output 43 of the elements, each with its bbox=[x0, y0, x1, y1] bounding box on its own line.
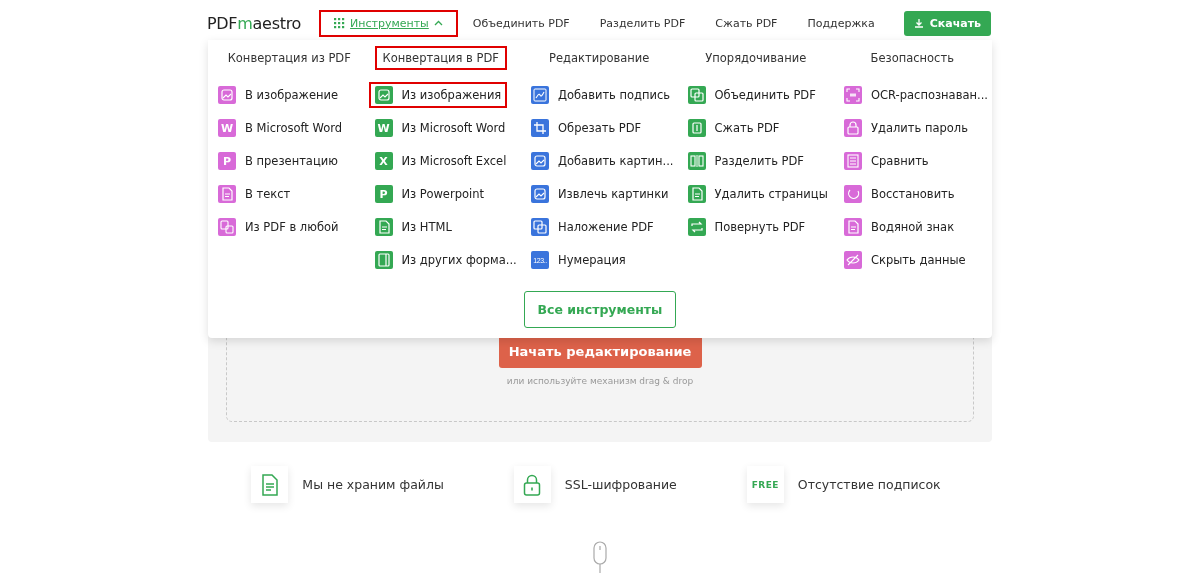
menu-item-label: Сжать PDF bbox=[714, 121, 780, 135]
menu-item-label: В текст bbox=[245, 187, 291, 201]
menu-item-label: Извлечь картинки bbox=[558, 187, 669, 201]
menu-item-label: Объединить PDF bbox=[714, 88, 816, 102]
column-heading: Упорядочивание bbox=[704, 50, 808, 67]
menu-item-label: Добавить картин... bbox=[558, 154, 674, 168]
drop-hint: или используйте механизм drag & drop bbox=[506, 376, 694, 386]
letter-icon: W bbox=[374, 119, 393, 137]
menu-item-label: Из HTML bbox=[401, 220, 452, 234]
menu-item-label: Из изображения bbox=[401, 88, 502, 102]
menu-item-label: Скрыть данные bbox=[871, 253, 966, 267]
menu-item-label: В Microsoft Word bbox=[245, 121, 343, 135]
menu-item-label: Удалить страницы bbox=[714, 187, 828, 201]
letter-icon: W bbox=[218, 119, 236, 137]
feature-text: Отсутствие подписок bbox=[797, 477, 941, 492]
column-heading: Конвертация в PDF bbox=[374, 46, 507, 70]
menu-item-label: Восстановить bbox=[871, 187, 955, 201]
menu-item-label: Добавить подпись bbox=[558, 88, 671, 102]
feature-text: SSL-шифрование bbox=[564, 477, 677, 492]
menu-item-label: Повернуть PDF bbox=[714, 220, 806, 234]
menu-item-label: Сравнить bbox=[871, 154, 929, 168]
menu-item-label: Из Microsoft Excel bbox=[401, 154, 507, 168]
menu-item-label: Разделить PDF bbox=[714, 154, 804, 168]
feature-text: Мы не храним файлы bbox=[302, 477, 444, 492]
menu-item-label: В изображение bbox=[245, 88, 339, 102]
menu-item-label: Водяной знак bbox=[871, 220, 955, 234]
menu-item-label: Из Microsoft Word bbox=[401, 121, 506, 135]
column-heading: Редактирование bbox=[548, 50, 651, 67]
menu-item-label: В презентацию bbox=[245, 154, 338, 168]
menu-item-label: Из Powerpoint bbox=[401, 187, 484, 201]
menu-item-label: Нумерация bbox=[558, 253, 626, 267]
menu-item-label: Удалить пароль bbox=[871, 121, 968, 135]
column-heading: Безопасность bbox=[869, 50, 955, 67]
menu-item-label: Из PDF в любой bbox=[245, 220, 339, 234]
menu-item-label: Наложение PDF bbox=[558, 220, 654, 234]
menu-item-label: OCR-распознаван... bbox=[871, 88, 988, 102]
letter-icon: X bbox=[374, 152, 393, 170]
letter-icon: P bbox=[374, 185, 393, 203]
menu-item-label: Из других форма... bbox=[401, 253, 517, 267]
letter-icon: P bbox=[218, 152, 236, 170]
menu-item-label: Обрезать PDF bbox=[558, 121, 642, 135]
column-heading: Конвертация из PDF bbox=[226, 50, 352, 67]
free-label: FREE bbox=[751, 479, 779, 490]
